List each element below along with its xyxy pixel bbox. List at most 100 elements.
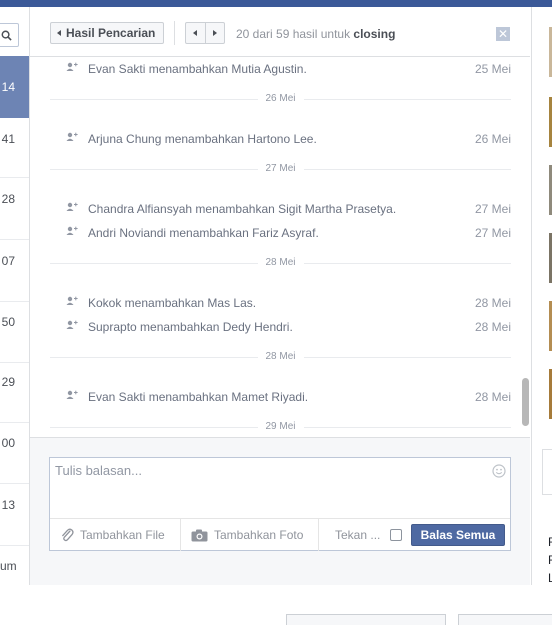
event-text: Evan Sakti menambahkan Mutia Agustin. (88, 62, 307, 76)
thread-item-count: 07 (1, 254, 15, 268)
divider (0, 422, 29, 423)
divider (0, 177, 29, 178)
thread-item-active[interactable]: 14 (0, 56, 29, 118)
result-nav (185, 22, 225, 44)
divider (0, 239, 29, 240)
event-text: Kokok menambahkan Mas Las. (88, 296, 257, 310)
side-card (542, 449, 552, 495)
chevron-left-icon (193, 30, 198, 36)
close-search-button[interactable]: ✕ (496, 27, 510, 41)
date-separator: 28 Mei (50, 257, 511, 269)
press-enter-option: Tekan ... (318, 519, 403, 551)
reply-toolbar: Tambahkan File Tambahkan Foto Tekan ... … (50, 518, 510, 551)
side-text: F (548, 553, 552, 567)
event-date: 27 Mei (474, 226, 511, 240)
add-person-icon (66, 320, 78, 329)
date-separator-label: 28 Mei (257, 351, 304, 363)
thread-item-count: 14 (1, 80, 15, 94)
divider (0, 545, 29, 546)
event-text: Evan Sakti menambahkan Mamet Riyadi. (88, 390, 309, 404)
date-separator: 26 Mei (50, 93, 511, 105)
thread-item-count: 28 (1, 192, 15, 206)
add-person-icon (66, 62, 78, 71)
message-list[interactable]: Evan Sakti menambahkan Mutia Agustin. 25… (30, 57, 530, 436)
close-icon: ✕ (497, 27, 509, 41)
add-person-icon (66, 226, 78, 235)
back-to-results-button[interactable]: Hasil Pencarian (50, 22, 164, 44)
search-header: Hasil Pencarian 20 dari 59 hasil untuk c… (30, 7, 530, 57)
list-item: Chandra Alfiansyah menambahkan Sigit Mar… (30, 199, 530, 219)
reply-all-button[interactable]: Balas Semua (411, 524, 505, 546)
add-photo-label: Tambahkan Foto (214, 528, 304, 542)
event-text: Arjuna Chung menambahkan Hartono Lee. (88, 132, 317, 146)
thread-item[interactable]: 29 (0, 375, 29, 389)
reply-all-label: Balas Semua (420, 528, 496, 542)
result-count: 20 dari 59 hasil untuk closing (236, 27, 395, 41)
add-person-icon (66, 390, 78, 399)
chevron-right-icon (212, 30, 217, 36)
add-photo-button[interactable]: Tambahkan Foto (180, 519, 303, 551)
reply-box: Tambahkan File Tambahkan Foto Tekan ... … (49, 457, 511, 551)
chevron-left-icon (57, 30, 61, 36)
page-footer (0, 585, 552, 625)
thread-item[interactable]: 07 (0, 254, 29, 268)
thread-item-count: 00 (1, 436, 15, 450)
list-item: Andri Noviandi menambahkan Fariz Asyraf.… (30, 223, 530, 243)
thread-item[interactable]: 13 (0, 498, 29, 512)
scrollbar[interactable] (522, 378, 529, 426)
event-text: Chandra Alfiansyah menambahkan Sigit Mar… (88, 202, 397, 216)
thread-item[interactable]: 00 (0, 436, 29, 450)
emoji-icon[interactable] (492, 464, 506, 478)
top-bar (0, 0, 552, 7)
add-person-icon (66, 202, 78, 211)
thread-item[interactable]: 28 (0, 192, 29, 206)
divider (0, 362, 29, 363)
reply-input[interactable] (51, 459, 489, 523)
search-query: closing (353, 27, 396, 41)
thread-list: 14 41 28 07 50 29 00 13 um (0, 7, 30, 585)
event-date: 27 Mei (474, 202, 511, 216)
thread-item-count: 13 (1, 498, 15, 512)
thread-item-count: um (0, 559, 17, 573)
event-date: 25 Mei (474, 62, 511, 76)
date-separator: 27 Mei (50, 163, 511, 175)
divider (0, 483, 29, 484)
date-separator: 29 Mei (50, 421, 511, 433)
side-text: L (548, 571, 552, 585)
add-person-icon (66, 296, 78, 305)
thread-item[interactable]: um (0, 559, 29, 573)
thread-item[interactable]: 50 (0, 315, 29, 329)
date-separator-label: 28 Mei (257, 257, 304, 269)
prev-result-button[interactable] (186, 23, 205, 43)
list-item: Kokok menambahkan Mas Las. 28 Mei (30, 293, 530, 313)
add-person-icon (66, 132, 78, 141)
thread-item-count: 41 (1, 132, 15, 146)
reply-area: Tambahkan File Tambahkan Foto Tekan ... … (30, 437, 530, 586)
event-text: Suprapto menambahkan Dedy Hendri. (88, 320, 293, 334)
date-separator: 28 Mei (50, 351, 511, 363)
thread-item[interactable]: 41 (0, 132, 29, 146)
divider (0, 301, 29, 302)
next-result-button[interactable] (204, 23, 225, 43)
event-date: 28 Mei (474, 390, 511, 404)
event-text: Andri Noviandi menambahkan Fariz Asyraf. (88, 226, 319, 240)
result-count-text: 20 dari 59 hasil untuk (236, 27, 351, 41)
date-separator-label: 26 Mei (257, 93, 304, 105)
event-date: 28 Mei (474, 320, 511, 334)
side-text: F (548, 535, 552, 549)
thread-item-count: 29 (1, 375, 15, 389)
event-date: 26 Mei (474, 132, 511, 146)
divider (174, 21, 175, 45)
date-separator-label: 29 Mei (257, 421, 304, 433)
list-item: Evan Sakti menambahkan Mamet Riyadi. 28 … (30, 387, 530, 407)
search-button[interactable] (0, 23, 19, 47)
list-item: Evan Sakti menambahkan Mutia Agustin. 25… (30, 59, 530, 79)
add-file-button[interactable]: Tambahkan File (60, 519, 165, 551)
press-enter-label: Tekan ... (335, 528, 381, 542)
right-column: F F L K (531, 7, 552, 614)
press-enter-checkbox[interactable] (390, 529, 403, 541)
event-date: 28 Mei (474, 296, 511, 310)
list-item: Arjuna Chung menambahkan Hartono Lee. 26… (30, 129, 530, 149)
list-item: Suprapto menambahkan Dedy Hendri. 28 Mei (30, 317, 530, 337)
message-panel: Hasil Pencarian 20 dari 59 hasil untuk c… (30, 7, 530, 586)
